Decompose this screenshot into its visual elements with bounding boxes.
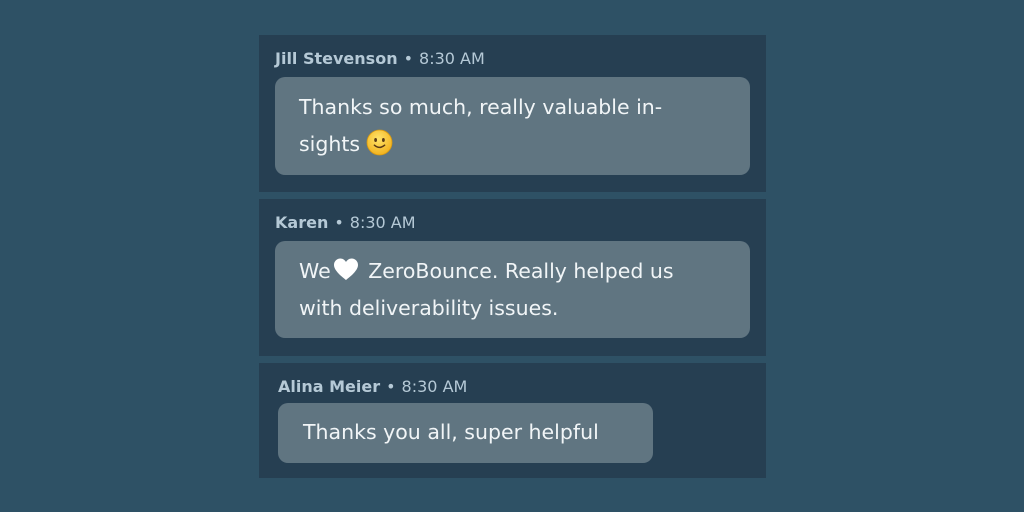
author-name[interactable]: Jill Stevenson [275,49,398,68]
author-name[interactable]: Alina Meier [278,377,380,396]
message-header: Jill Stevenson • 8:30 AM [275,49,485,69]
message-timestamp[interactable]: 8:30 AM [350,213,416,232]
separator-dot: • [403,49,414,68]
message-timestamp[interactable]: 8:30 AM [402,377,468,396]
message-header: Karen • 8:30 AM [275,213,416,233]
message-bubble[interactable]: We ZeroBounce. Really helped us with del… [275,241,750,338]
message-text-line: sights [299,126,726,163]
message-text-line: Thanks so much, really valuable in- [299,95,663,119]
message-text-line: We ZeroBounce. Really helped us [299,253,726,290]
message-text: Thanks you all, super helpful [303,420,599,444]
separator-dot: • [334,213,344,232]
heart-icon [332,256,360,280]
separator-dot: • [386,377,396,396]
message-bubble[interactable]: Thanks so much, really valuable in- sigh… [275,77,750,175]
message-card: Karen • 8:30 AM We ZeroBounce. Really help… [259,199,766,356]
slightly-smiling-face-icon [366,129,393,156]
message-card: Alina Meier • 8:30 AM Thanks you all, supe… [259,363,766,478]
message-header: Alina Meier • 8:30 AM [278,377,467,397]
message-bubble[interactable]: Thanks you all, super helpful [278,403,653,463]
message-timestamp[interactable]: 8:30 AM [419,49,485,68]
message-text-line: with deliverability issues. [299,296,559,320]
author-name[interactable]: Karen [275,213,328,232]
message-card: Jill Stevenson • 8:30 AM Thanks so much, r… [259,35,766,192]
